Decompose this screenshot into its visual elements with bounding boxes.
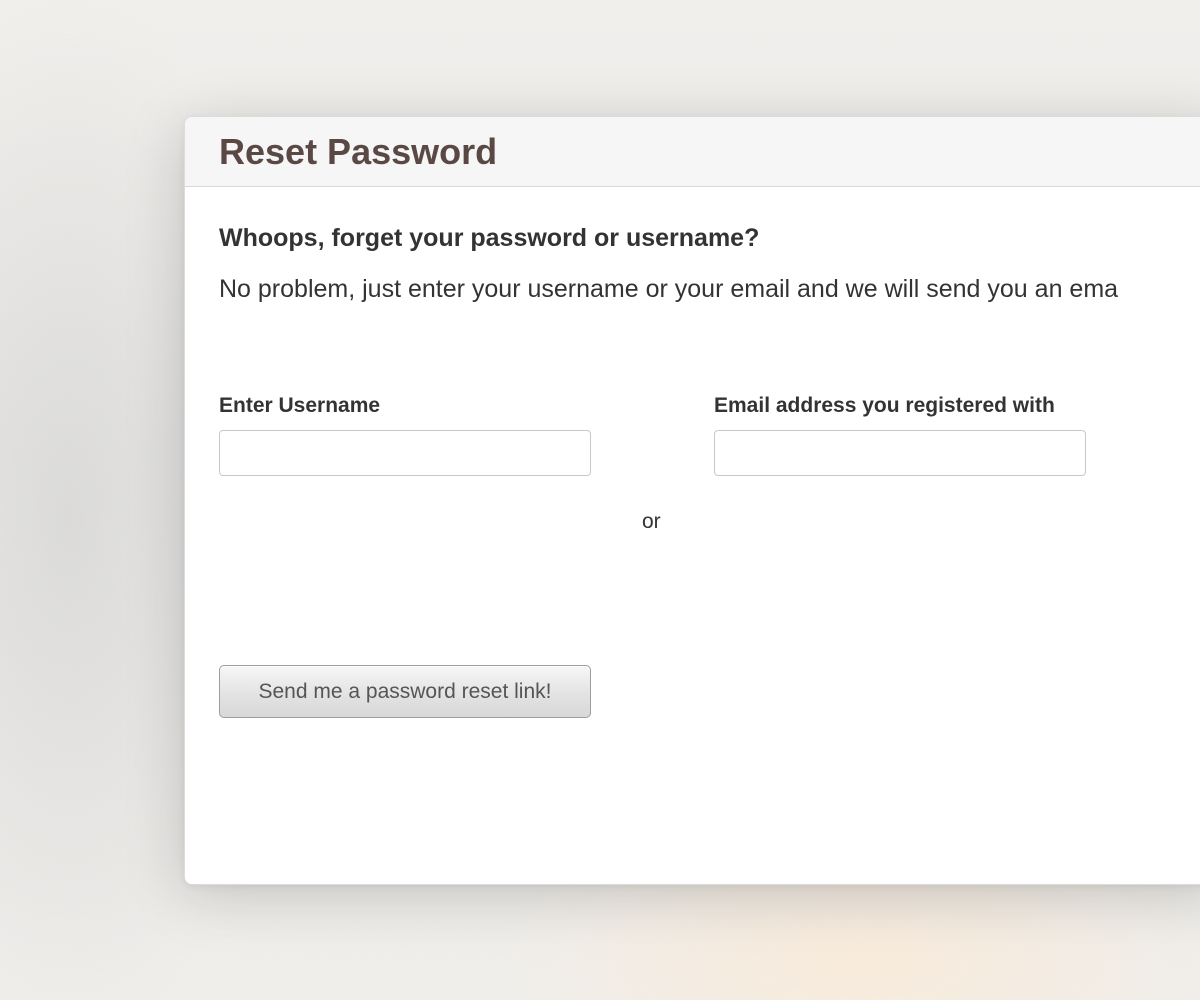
username-input[interactable] (219, 430, 591, 476)
description-text: No problem, just enter your username or … (219, 275, 1119, 303)
email-input[interactable] (714, 430, 1086, 476)
email-label: Email address you registered with (714, 394, 1055, 417)
or-separator: or (642, 510, 661, 533)
page-title: Reset Password (219, 130, 498, 172)
reset-password-dialog: Reset Password Whoops, forget your passw… (184, 116, 1200, 885)
subheading: Whoops, forget your password or username… (219, 224, 760, 252)
dialog-header: Reset Password (185, 117, 1200, 187)
username-label: Enter Username (219, 394, 381, 417)
send-reset-link-button[interactable]: Send me a password reset link! (219, 665, 591, 718)
